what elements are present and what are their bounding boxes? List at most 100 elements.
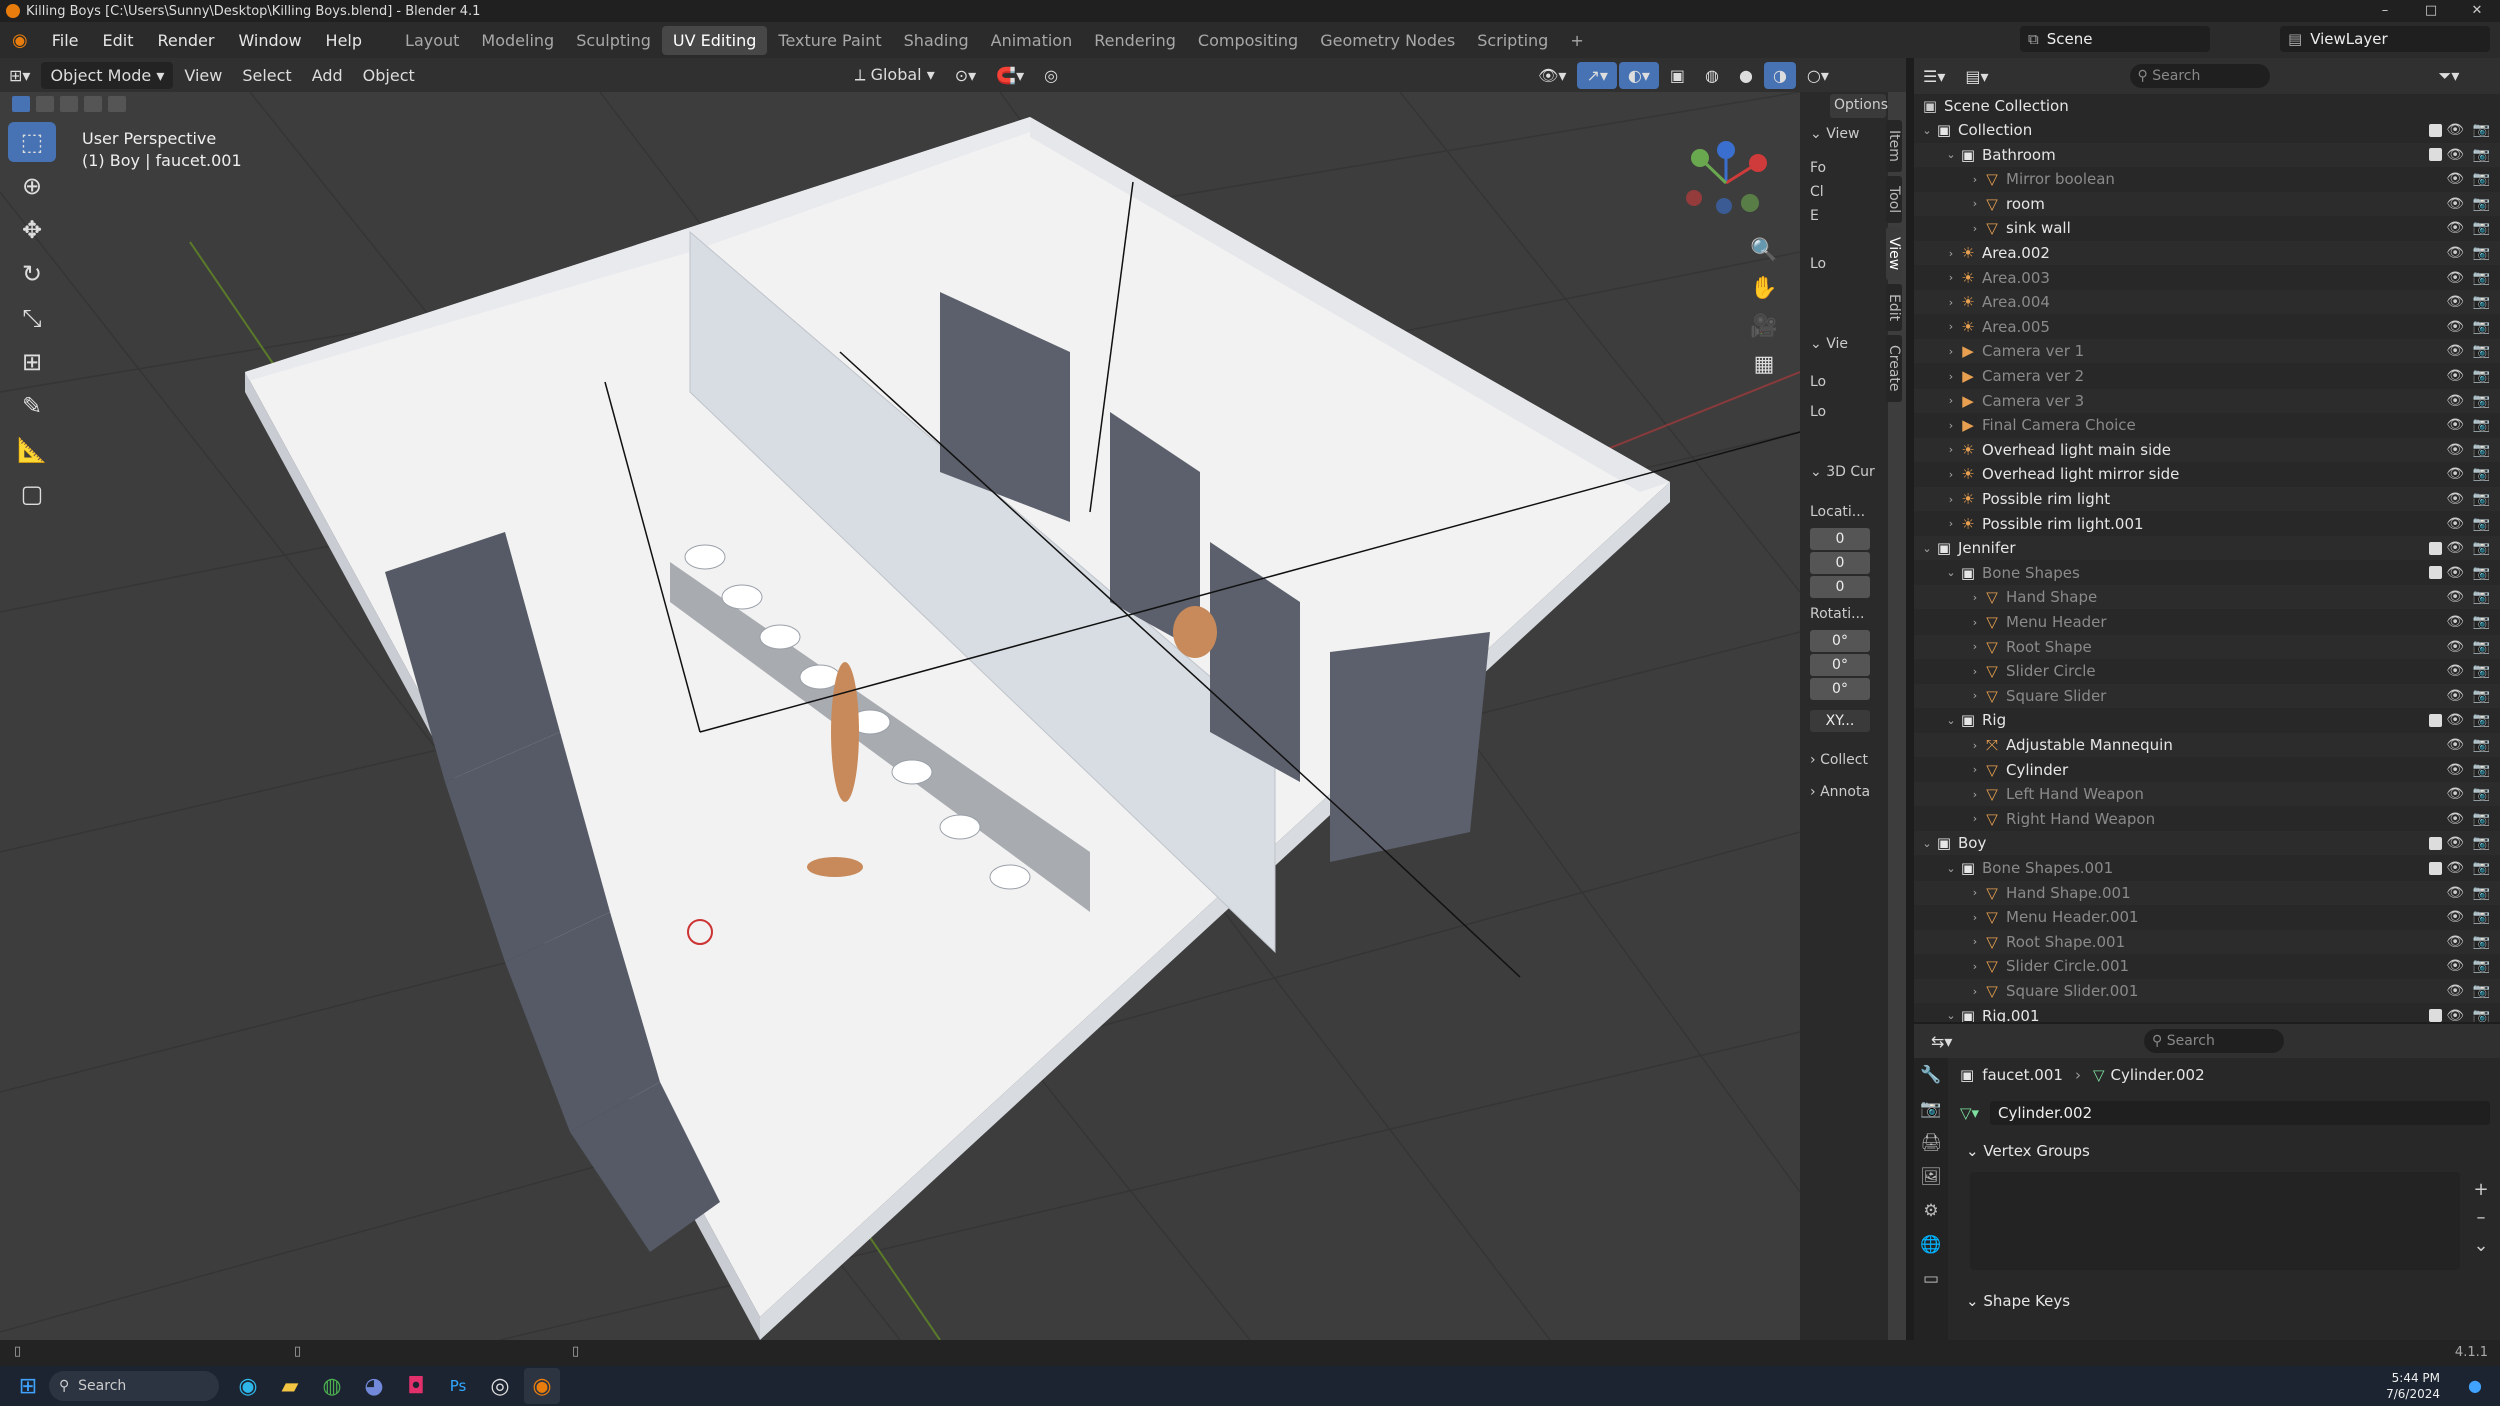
outliner-row[interactable]: › ▽ Square Slider 👁 📷 xyxy=(1914,683,2500,708)
outliner-row[interactable]: ⌄ ▣ Jennifer 👁 📷 xyxy=(1914,536,2500,561)
editor-type-icon[interactable]: ⊞▾ xyxy=(0,62,39,89)
expand-arrow-icon[interactable]: › xyxy=(1968,935,1982,948)
taskbar-clock[interactable]: 5:44 PM 7/6/2024 xyxy=(2386,1370,2440,1402)
cursor-rotation-y[interactable]: 0° xyxy=(1810,654,1870,676)
render-camera-icon[interactable]: 📷 xyxy=(2473,245,2490,261)
options-button[interactable]: Options xyxy=(1830,94,1888,118)
scene-selector[interactable]: ⧉ Scene xyxy=(2020,26,2210,52)
filter-icon[interactable]: ⏷▾ xyxy=(2430,62,2469,90)
section-view[interactable]: ⌄ View xyxy=(1810,126,1859,142)
view-layer-tab-icon[interactable]: 🖼 xyxy=(1914,1160,1948,1194)
section-collection[interactable]: › Collect xyxy=(1810,752,1868,768)
outliner-row[interactable]: › ▽ room 👁 📷 xyxy=(1914,191,2500,216)
render-camera-icon[interactable]: 📷 xyxy=(2473,294,2490,310)
expand-arrow-icon[interactable]: › xyxy=(1968,739,1982,752)
display-mode-icon[interactable]: ▤▾ xyxy=(1956,63,1997,90)
wireframe-shading-icon[interactable]: ◍ xyxy=(1696,62,1728,89)
visibility-eye-icon[interactable]: 👁 xyxy=(2446,983,2464,999)
render-camera-icon[interactable]: 📷 xyxy=(2473,934,2490,950)
exclude-checkbox[interactable] xyxy=(2429,566,2442,580)
render-camera-icon[interactable]: 📷 xyxy=(2473,762,2490,778)
expand-arrow-icon[interactable]: › xyxy=(1968,616,1982,629)
outliner-row[interactable]: ⌄ ▣ Rig 👁 📷 xyxy=(1914,708,2500,732)
tab-tool[interactable]: Tool xyxy=(1886,175,1902,224)
visibility-eye-icon[interactable]: 👁 xyxy=(2446,909,2464,925)
expand-arrow-icon[interactable]: › xyxy=(1944,419,1958,432)
section-annotations[interactable]: › Annota xyxy=(1810,784,1870,800)
visibility-eye-icon[interactable]: 👁 xyxy=(2446,270,2464,286)
render-camera-icon[interactable]: 📷 xyxy=(2473,983,2490,999)
expand-arrow-icon[interactable]: ⌄ xyxy=(1944,148,1958,161)
cursor-rotation-z[interactable]: 0° xyxy=(1810,678,1870,700)
visibility-eye-icon[interactable]: 👁 xyxy=(2446,196,2464,212)
visibility-eye-icon[interactable]: 👁 xyxy=(2446,639,2464,655)
expand-arrow-icon[interactable]: › xyxy=(1968,222,1982,235)
outliner-row[interactable]: › ☀ Possible rim light 👁 📷 xyxy=(1914,487,2500,511)
add-vertex-group-icon[interactable]: + xyxy=(2470,1176,2492,1204)
outliner-row[interactable]: ⌄ ▣ Bathroom 👁 📷 xyxy=(1914,142,2500,167)
tab-geometry-nodes[interactable]: Geometry Nodes xyxy=(1309,26,1466,55)
visibility-eye-icon[interactable]: 👁 xyxy=(2446,245,2464,261)
render-camera-icon[interactable]: 📷 xyxy=(2473,147,2490,163)
outliner-row[interactable]: › ☀ Area.004 👁 📷 xyxy=(1914,290,2500,315)
tab-compositing[interactable]: Compositing xyxy=(1187,26,1309,55)
outliner-row[interactable]: › ▽ Hand Shape 👁 📷 xyxy=(1914,585,2500,610)
world-tab-icon[interactable]: 🌐 xyxy=(1914,1228,1948,1262)
expand-arrow-icon[interactable]: › xyxy=(1944,345,1958,358)
expand-arrow-icon[interactable]: › xyxy=(1968,665,1982,678)
mode-selector[interactable]: Object Mode ▾ xyxy=(41,61,174,89)
add-cube-icon[interactable]: ▢ xyxy=(8,474,56,514)
visibility-eye-icon[interactable]: 👁 xyxy=(2446,688,2464,704)
outliner-row[interactable]: › ☀ Overhead light mirror side 👁 📷 xyxy=(1914,462,2500,486)
outliner-row[interactable]: › ☀ Area.002 👁 📷 xyxy=(1914,241,2500,265)
menu-window[interactable]: Window xyxy=(226,31,313,50)
expand-arrow-icon[interactable]: › xyxy=(1968,960,1982,973)
maximize-button[interactable]: □ xyxy=(2408,0,2454,22)
render-camera-icon[interactable]: 📷 xyxy=(2473,835,2490,851)
render-camera-icon[interactable]: 📷 xyxy=(2473,466,2490,482)
expand-arrow-icon[interactable]: ⌄ xyxy=(1944,1009,1958,1022)
render-camera-icon[interactable]: 📷 xyxy=(2473,958,2490,974)
navigation-gizmo[interactable] xyxy=(1680,138,1780,228)
3d-viewport[interactable] xyxy=(0,92,1906,1340)
cursor-icon[interactable]: ⊕ xyxy=(8,166,56,206)
rotate-icon[interactable]: ↻ xyxy=(8,254,56,294)
visibility-eye-icon[interactable]: 👁 xyxy=(2446,835,2464,851)
chrome-icon[interactable]: ◍ xyxy=(314,1368,350,1404)
visibility-eye-icon[interactable]: 👁 xyxy=(2446,589,2464,605)
expand-arrow-icon[interactable]: › xyxy=(1944,271,1958,284)
expand-arrow-icon[interactable]: › xyxy=(1968,640,1982,653)
render-tab-icon[interactable]: 📷 xyxy=(1914,1092,1948,1126)
menu-file[interactable]: File xyxy=(40,31,91,50)
start-menu-icon[interactable]: ⊞ xyxy=(10,1368,46,1404)
outliner-row[interactable]: ⌄ ▣ Bone Shapes 👁 📷 xyxy=(1914,561,2500,585)
visibility-eye-icon[interactable]: 👁 xyxy=(2446,491,2464,507)
outliner-row[interactable]: › ☀ Possible rim light.001 👁 📷 xyxy=(1914,512,2500,536)
exclude-checkbox[interactable] xyxy=(2429,836,2442,850)
expand-arrow-icon[interactable]: › xyxy=(1968,763,1982,776)
edge-icon[interactable]: ◉ xyxy=(230,1368,266,1404)
tab-animation[interactable]: Animation xyxy=(980,26,1084,55)
cursor-location-z[interactable]: 0 xyxy=(1810,576,1870,598)
move-icon[interactable]: ✥ xyxy=(8,210,56,250)
close-button[interactable]: ✕ xyxy=(2454,0,2500,22)
exclude-checkbox[interactable] xyxy=(2429,1009,2442,1022)
visibility-eye-icon[interactable]: 👁 xyxy=(2446,762,2464,778)
visibility-eye-icon[interactable]: 👁 xyxy=(2446,393,2464,409)
expand-arrow-icon[interactable]: › xyxy=(1968,689,1982,702)
expand-arrow-icon[interactable]: › xyxy=(1944,247,1958,260)
tab-shading[interactable]: Shading xyxy=(893,26,980,55)
tab-layout[interactable]: Layout xyxy=(394,26,470,55)
expand-arrow-icon[interactable]: › xyxy=(1968,812,1982,825)
tab-uv-editing[interactable]: UV Editing xyxy=(661,25,768,55)
blender-taskbar-icon[interactable]: ◉ xyxy=(524,1368,560,1404)
menu-render[interactable]: Render xyxy=(145,31,226,50)
exclude-checkbox[interactable] xyxy=(2429,541,2442,555)
expand-arrow-icon[interactable]: › xyxy=(1968,173,1982,186)
outliner-row[interactable]: › ▽ Slider Circle 👁 📷 xyxy=(1914,659,2500,683)
minimize-button[interactable]: – xyxy=(2362,0,2408,22)
visibility-eye-icon[interactable]: 👁 xyxy=(2446,147,2464,163)
properties-editor-type-icon[interactable]: ⇆▾ xyxy=(1922,1028,1961,1055)
annotate-icon[interactable]: ✎ xyxy=(8,386,56,426)
render-camera-icon[interactable]: 📷 xyxy=(2473,442,2490,458)
